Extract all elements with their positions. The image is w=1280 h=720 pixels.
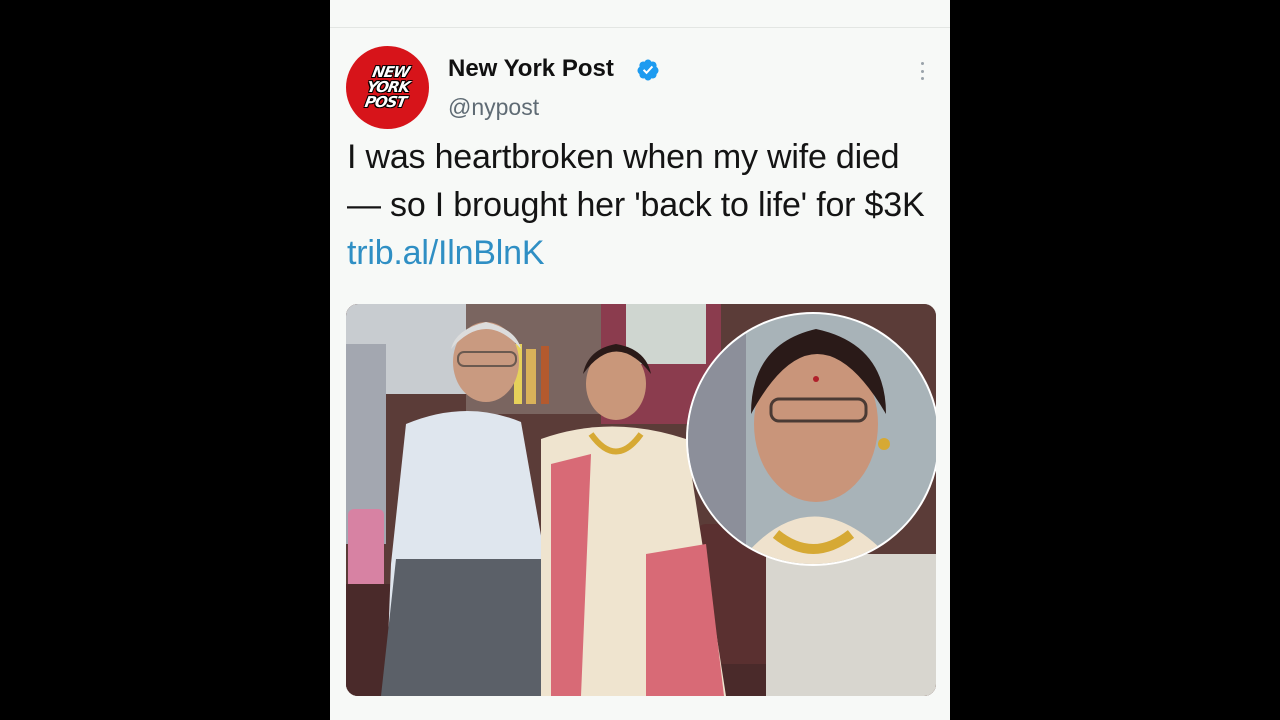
logo-line-3: POST: [362, 93, 407, 111]
more-options-icon[interactable]: [913, 60, 931, 82]
verified-badge-icon: [637, 59, 659, 81]
author-display-name[interactable]: New York Post: [448, 54, 614, 84]
tweet-card[interactable]: NEW YORK POST New York Post @nypost I wa…: [330, 0, 950, 720]
author-handle[interactable]: @nypost: [448, 92, 539, 122]
top-divider: [330, 27, 950, 28]
nypost-logo: NEW YORK POST: [353, 63, 423, 111]
tweet-photo[interactable]: [346, 304, 936, 696]
more-dot: [920, 77, 924, 80]
tweet-text: I was heartbroken when my wife died — so…: [347, 133, 927, 277]
photo-illustration: [346, 304, 936, 696]
tweet-body: I was heartbroken when my wife died — so…: [347, 138, 925, 224]
tweet-link[interactable]: trib.al/IlnBlnK: [347, 234, 545, 272]
more-dot: [920, 69, 924, 73]
bottle: [526, 349, 536, 404]
man-trousers: [381, 559, 551, 696]
bottle: [541, 346, 549, 404]
floor: [766, 554, 936, 696]
more-dot: [920, 62, 924, 65]
avatar[interactable]: NEW YORK POST: [346, 46, 429, 129]
